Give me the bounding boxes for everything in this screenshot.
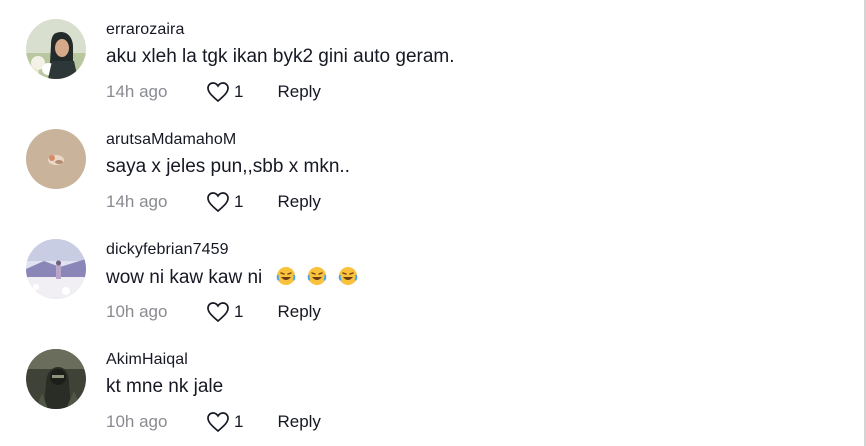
comment-timestamp: 14h ago xyxy=(106,192,168,211)
reply-button[interactable]: Reply xyxy=(277,302,320,322)
reply-button[interactable]: Reply xyxy=(277,412,320,432)
reply-button[interactable]: Reply xyxy=(277,192,320,212)
comment-meta: 14h ago 1 Reply xyxy=(106,79,321,105)
comment-meta: 10h ago 1 Reply xyxy=(106,409,321,435)
comment-text: wow ni kaw kaw ni xyxy=(106,266,358,289)
heart-outline-icon xyxy=(207,192,229,213)
comment-username[interactable]: dickyfebrian7459 xyxy=(106,241,229,259)
comment-username[interactable]: AkimHaiqal xyxy=(106,351,188,369)
like-button[interactable]: 1 xyxy=(206,301,243,323)
like-count: 1 xyxy=(234,412,244,431)
laughing-crying-emoji xyxy=(307,267,327,285)
like-count: 1 xyxy=(234,302,244,321)
comment-meta: 10h ago 1 Reply xyxy=(106,299,321,325)
heart-outline-icon xyxy=(207,82,229,103)
comment-timestamp: 14h ago xyxy=(106,82,168,101)
comment-timestamp: 10h ago xyxy=(106,412,168,431)
avatar[interactable] xyxy=(26,129,86,189)
like-button[interactable]: 1 xyxy=(206,411,243,433)
comment-item: AkimHaiqal kt mne nk jale 10h ago 1 Repl… xyxy=(0,330,860,440)
avatar[interactable] xyxy=(26,349,86,409)
laughing-crying-emoji xyxy=(338,267,358,285)
heart-outline-icon xyxy=(207,412,229,433)
comment-item: errarozaira aku xleh la tgk ikan byk2 gi… xyxy=(0,0,860,110)
comment-meta: 14h ago 1 Reply xyxy=(106,189,321,215)
comment-text: saya x jeles pun,,sbb x mkn.. xyxy=(106,156,350,177)
comment-item: dickyfebrian7459 wow ni kaw kaw ni 10h a… xyxy=(0,220,860,330)
like-button[interactable]: 1 xyxy=(206,81,243,103)
heart-outline-icon xyxy=(207,302,229,323)
comment-timestamp: 10h ago xyxy=(106,302,168,321)
comment-text: aku xleh la tgk ikan byk2 gini auto gera… xyxy=(106,46,455,67)
avatar[interactable] xyxy=(26,19,86,79)
like-count: 1 xyxy=(234,192,244,211)
like-count: 1 xyxy=(234,82,244,101)
avatar[interactable] xyxy=(26,239,86,299)
laughing-crying-emoji xyxy=(276,267,295,285)
comment-text-body: wow ni kaw kaw ni xyxy=(106,267,263,288)
comment-item: arutsaMdamahoM saya x jeles pun,,sbb x m… xyxy=(0,110,860,220)
comment-text: kt mne nk jale xyxy=(106,376,224,397)
reply-button[interactable]: Reply xyxy=(277,82,320,102)
comment-username[interactable]: errarozaira xyxy=(106,21,184,39)
comment-username[interactable]: arutsaMdamahoM xyxy=(106,131,236,149)
like-button[interactable]: 1 xyxy=(206,191,243,213)
